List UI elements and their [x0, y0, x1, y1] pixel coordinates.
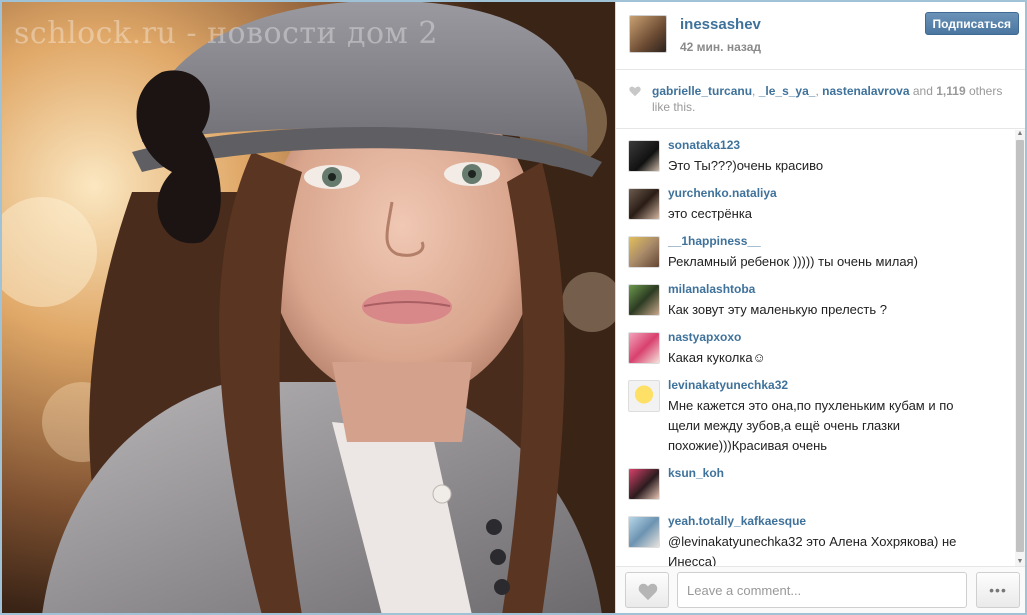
- comment-username[interactable]: nastyapxoxo: [668, 330, 741, 344]
- liker-link[interactable]: nastenalavrova: [822, 84, 909, 98]
- comment-text: Это Ты???)⁠⁠очень красиво: [668, 158, 824, 173]
- heart-icon: [638, 583, 658, 601]
- likes-separator: ,: [815, 84, 819, 98]
- portrait-illustration: [2, 2, 615, 613]
- comment-footer: •••: [616, 566, 1025, 613]
- comment-username[interactable]: sonataka123: [668, 138, 740, 152]
- comment-text: ⁠⁠⁠: [668, 484, 988, 504]
- post-header: inessashev 42 мин. назад Подписаться: [616, 2, 1025, 70]
- author-username[interactable]: inessashev: [680, 16, 761, 33]
- comment-text: Рекламный ребенок ))))) ты очень милая): [668, 254, 918, 269]
- comment-text: Мне кажется это она,по пухленьким кубам …: [668, 398, 954, 453]
- commenter-avatar[interactable]: [628, 140, 660, 172]
- comment-username[interactable]: ksun_koh: [668, 466, 724, 480]
- liker-link[interactable]: gabrielle_turcanu: [652, 84, 752, 98]
- follow-button[interactable]: Подписаться: [924, 12, 1019, 35]
- comment-list[interactable]: sonataka123 Это Ты???)⁠⁠очень красиво yu…: [616, 130, 1018, 566]
- likes-summary: gabrielle_turcanu, _le_s_ya_, nastenalav…: [616, 71, 1025, 129]
- watermark-text: schlock.ru - новости дом 2: [14, 16, 438, 51]
- heart-icon: [629, 86, 641, 97]
- comment-username[interactable]: yurchenko.nataliya: [668, 186, 777, 200]
- comment-scrollbar[interactable]: ▲ ▼: [1015, 130, 1025, 566]
- likes-count[interactable]: 1,119: [936, 84, 965, 98]
- likes-separator: ,: [752, 84, 756, 98]
- comment-username[interactable]: yeah.totally_kafkaesque: [668, 514, 806, 528]
- commenter-avatar[interactable]: [628, 380, 660, 412]
- commenter-avatar[interactable]: [628, 236, 660, 268]
- comment-username[interactable]: milanalashtoba: [668, 282, 755, 296]
- scroll-down-arrow-icon[interactable]: ▼: [1016, 558, 1024, 566]
- comment-input[interactable]: [677, 572, 967, 608]
- commenter-avatar[interactable]: [628, 332, 660, 364]
- scrollbar-thumb[interactable]: [1016, 140, 1024, 552]
- post-photo: schlock.ru - новости дом 2: [2, 2, 615, 613]
- commenter-avatar[interactable]: [628, 188, 660, 220]
- author-avatar[interactable]: [629, 15, 667, 53]
- comment-username[interactable]: __1happiness__: [668, 234, 761, 248]
- comment-text: @levinakatyunechka32 это Алена Хохрякова…: [668, 534, 957, 566]
- instagram-post-window: schlock.ru - новости дом 2 inessashev 42…: [0, 0, 1027, 615]
- commenter-avatar[interactable]: [628, 468, 660, 500]
- commenter-avatar[interactable]: [628, 516, 660, 548]
- more-options-button[interactable]: •••: [976, 572, 1020, 608]
- post-sidebar: inessashev 42 мин. назад Подписаться gab…: [615, 2, 1025, 613]
- comment-text: Как зовут эту маленькую прелесть ?: [668, 302, 887, 317]
- likes-and: and: [912, 84, 933, 98]
- comment-username[interactable]: levinakatyunechka32: [668, 378, 788, 392]
- commenter-avatar[interactable]: [628, 284, 660, 316]
- comment-text: Какая куколка☺⁠: [668, 350, 766, 365]
- like-button[interactable]: [625, 572, 669, 608]
- comment-text: это сестрёнка: [668, 206, 753, 221]
- post-timestamp[interactable]: 42 мин. назад: [680, 40, 761, 54]
- liker-link[interactable]: _le_s_ya_: [759, 84, 816, 98]
- scroll-up-arrow-icon[interactable]: ▲: [1016, 130, 1024, 138]
